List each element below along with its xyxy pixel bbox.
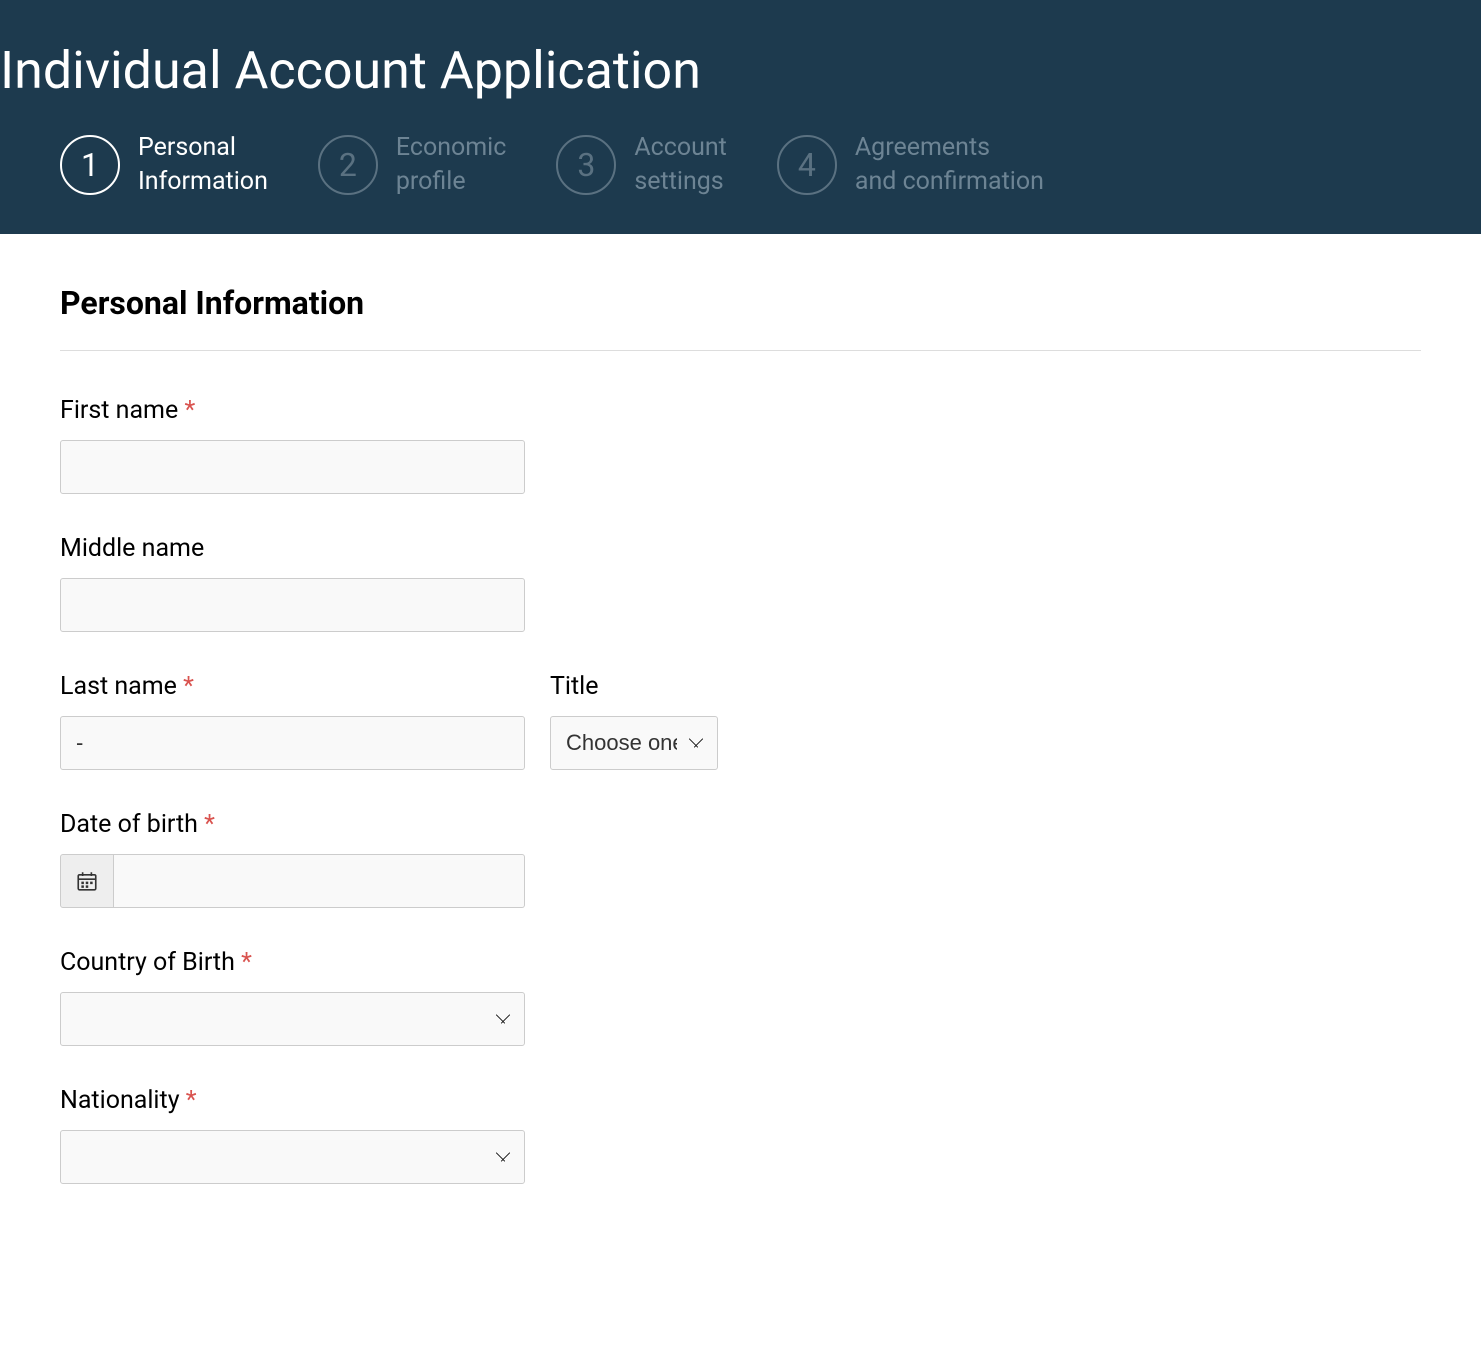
middle-name-input[interactable] bbox=[60, 578, 525, 632]
step-number: 1 bbox=[60, 135, 120, 195]
step-label: Account settings bbox=[634, 131, 727, 199]
country-birth-label: Country of Birth * bbox=[60, 948, 525, 977]
nationality-select[interactable] bbox=[60, 1130, 525, 1184]
step-account-settings[interactable]: 3 Account settings bbox=[556, 131, 727, 199]
step-agreements-confirmation[interactable]: 4 Agreements and confirmation bbox=[777, 131, 1044, 199]
progress-steps: 1 Personal Information 2 Economic profil… bbox=[0, 131, 1481, 234]
title-group: Title Choose one bbox=[550, 672, 718, 770]
step-label: Personal Information bbox=[138, 131, 268, 199]
step-personal-information[interactable]: 1 Personal Information bbox=[60, 131, 268, 199]
step-number: 4 bbox=[777, 135, 837, 195]
dob-label: Date of birth * bbox=[60, 810, 525, 839]
title-label: Title bbox=[550, 672, 718, 701]
last-name-label: Last name * bbox=[60, 672, 525, 701]
country-birth-group: Country of Birth * bbox=[60, 948, 525, 1046]
step-label: Agreements and confirmation bbox=[855, 131, 1044, 199]
required-indicator: * bbox=[183, 672, 194, 701]
page-title: Individual Account Application bbox=[0, 40, 1481, 131]
step-number: 3 bbox=[556, 135, 616, 195]
required-indicator: * bbox=[241, 948, 252, 977]
required-indicator: * bbox=[204, 810, 215, 839]
section-title: Personal Information bbox=[60, 284, 1421, 351]
first-name-group: First name * bbox=[60, 396, 525, 494]
nationality-group: Nationality * bbox=[60, 1086, 525, 1184]
step-number: 2 bbox=[318, 135, 378, 195]
header: Individual Account Application 1 Persona… bbox=[0, 0, 1481, 234]
required-indicator: * bbox=[184, 396, 195, 425]
first-name-input[interactable] bbox=[60, 440, 525, 494]
form-content: Personal Information First name * Middle… bbox=[0, 234, 1481, 1224]
nationality-label: Nationality * bbox=[60, 1086, 525, 1115]
step-economic-profile[interactable]: 2 Economic profile bbox=[318, 131, 506, 199]
dob-input[interactable] bbox=[114, 854, 525, 908]
date-picker-button[interactable] bbox=[60, 854, 114, 908]
last-name-input[interactable] bbox=[60, 716, 525, 770]
calendar-icon bbox=[77, 871, 97, 891]
last-name-group: Last name * bbox=[60, 672, 525, 770]
first-name-label: First name * bbox=[60, 396, 525, 425]
middle-name-label: Middle name bbox=[60, 534, 525, 563]
title-select[interactable]: Choose one bbox=[550, 716, 718, 770]
middle-name-group: Middle name bbox=[60, 534, 525, 632]
required-indicator: * bbox=[186, 1086, 197, 1115]
step-label: Economic profile bbox=[396, 131, 506, 199]
country-birth-select[interactable] bbox=[60, 992, 525, 1046]
dob-group: Date of birth * bbox=[60, 810, 525, 908]
